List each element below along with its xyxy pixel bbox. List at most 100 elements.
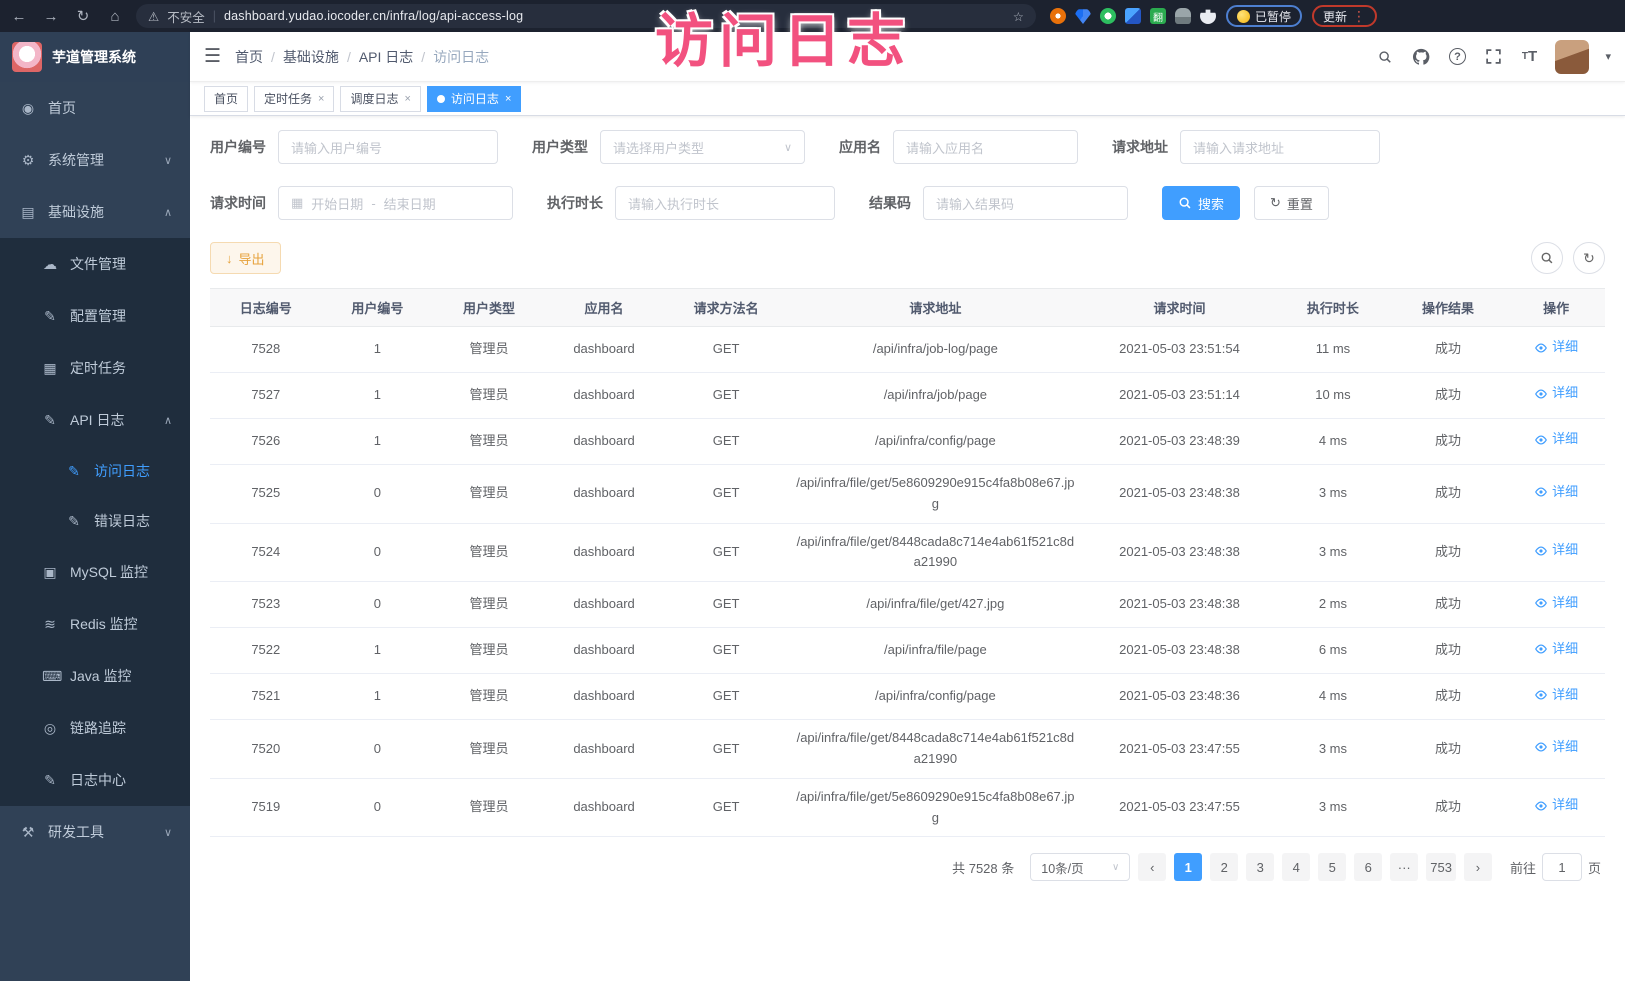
sidebar-item[interactable]: ✎错误日志 [0,496,190,546]
page-button[interactable]: 6 [1354,853,1382,881]
breadcrumb-item[interactable]: API 日志 [359,47,413,67]
table-cell: 成功 [1389,523,1508,582]
help-icon[interactable]: ? [1447,47,1467,67]
paused-badge[interactable]: 已暂停 [1226,5,1302,27]
back-icon[interactable]: ← [8,8,30,25]
page-button[interactable]: 2 [1210,853,1238,881]
sidebar-item[interactable]: ✎API 日志∧ [0,394,190,446]
detail-link[interactable]: 详细 [1534,593,1578,614]
page-button[interactable]: 4 [1282,853,1310,881]
reload-icon[interactable]: ↻ [72,7,94,25]
fullscreen-icon[interactable] [1483,47,1503,67]
table-cell: 管理员 [433,778,545,837]
app-name-input[interactable]: 请输入应用名 [893,130,1078,164]
sidebar-item[interactable]: ✎日志中心 [0,754,190,806]
refresh-table-button[interactable]: ↻ [1573,242,1605,274]
tab-active[interactable]: 访问日志× [427,86,521,112]
next-page-button[interactable]: › [1464,853,1492,881]
detail-link[interactable]: 详细 [1534,737,1578,758]
table-cell: 7519 [210,778,322,837]
caret-down-icon[interactable]: ▾ [1605,50,1611,63]
export-button[interactable]: ↓ 导出 [210,242,281,274]
sidebar-item[interactable]: ✎访问日志 [0,446,190,496]
detail-link[interactable]: 详细 [1534,540,1578,561]
sidebar-item[interactable]: ◎链路追踪 [0,702,190,754]
avatar[interactable] [1555,40,1589,74]
table-cell: 2021-05-03 23:48:39 [1082,419,1277,465]
extension-icon[interactable] [1100,8,1116,24]
hamburger-icon[interactable]: ☰ [204,45,221,68]
search-icon[interactable] [1375,47,1395,67]
extension-icon[interactable] [1050,8,1066,24]
update-button[interactable]: 更新 ⋮ [1312,5,1377,27]
request-url-input[interactable]: 请输入请求地址 [1180,130,1380,164]
page-button[interactable]: 753 [1426,853,1456,881]
request-time-range-picker[interactable]: ▦ 开始日期 - 结束日期 [278,186,513,220]
sidebar-item-label: API 日志 [70,410,124,430]
duration-input[interactable]: 请输入执行时长 [615,186,835,220]
reset-button[interactable]: ↻ 重置 [1254,186,1329,220]
sidebar-item[interactable]: ◉首页 [0,82,190,134]
emoji-icon [1237,10,1250,23]
bookmark-star-icon[interactable]: ☆ [1013,9,1024,24]
sidebar-item[interactable]: ▦定时任务 [0,342,190,394]
detail-link[interactable]: 详细 [1534,639,1578,660]
table-cell-action: 详细 [1507,778,1605,837]
home-nav-icon[interactable]: ⌂ [104,8,126,25]
result-code-input[interactable]: 请输入结果码 [923,186,1128,220]
prev-page-button[interactable]: ‹ [1138,853,1166,881]
address-bar[interactable]: ⚠ 不安全 | dashboard.yudao.iocoder.cn/infra… [136,4,1036,28]
detail-link[interactable]: 详细 [1534,429,1578,450]
extension-icon[interactable] [1175,8,1191,24]
close-icon[interactable]: × [404,93,410,105]
sidebar-item[interactable]: ▣MySQL 监控 [0,546,190,598]
extension-icon[interactable] [1125,8,1141,24]
table-cell: dashboard [545,523,664,582]
page-button[interactable]: 5 [1318,853,1346,881]
tab-item[interactable]: 定时任务× [254,86,334,112]
tags-view: 首页定时任务×调度日志× 访问日志× [190,82,1625,116]
tab-item[interactable]: 调度日志× [340,86,420,112]
table-cell: GET [663,628,789,674]
detail-link[interactable]: 详细 [1534,337,1578,358]
page-button[interactable]: 1 [1174,853,1202,881]
translate-extension-icon[interactable]: 翻 [1150,8,1166,24]
log-center-icon: ✎ [42,772,58,789]
column-header: 操作 [1507,289,1605,327]
sidebar-item[interactable]: ⌨Java 监控 [0,650,190,702]
table-cell: 成功 [1389,582,1508,628]
forward-icon[interactable]: → [40,8,62,25]
user-id-input[interactable]: 请输入用户编号 [278,130,498,164]
table-cell: GET [663,523,789,582]
java-icon: ⌨ [42,668,58,685]
search-button[interactable]: 搜索 [1162,186,1240,220]
tab-item[interactable]: 首页 [204,86,248,112]
puzzle-extension-icon[interactable] [1200,8,1216,24]
toggle-search-button[interactable] [1531,242,1563,274]
user-type-select[interactable]: 请选择用户类型∨ [600,130,805,164]
breadcrumb-item[interactable]: 基础设施 [283,47,339,67]
detail-link[interactable]: 详细 [1534,685,1578,706]
close-icon[interactable]: × [318,93,324,105]
page-button[interactable]: 3 [1246,853,1274,881]
github-icon[interactable] [1411,47,1431,67]
table-cell: 2021-05-03 23:48:38 [1082,465,1277,524]
table-cell: /api/infra/file/get/5e8609290e915c4fa8b0… [789,778,1082,837]
goto-page-input[interactable]: 1 [1542,853,1582,881]
breadcrumb-item[interactable]: 首页 [235,47,263,67]
detail-link[interactable]: 详细 [1534,795,1578,816]
logo-bar[interactable]: 芋道管理系统 [0,32,190,82]
sidebar-item[interactable]: ⚙系统管理∨ [0,134,190,186]
extension-icon[interactable] [1075,8,1091,24]
sidebar-item[interactable]: ✎配置管理 [0,290,190,342]
more-pages-button[interactable]: ··· [1390,853,1418,881]
detail-link[interactable]: 详细 [1534,383,1578,404]
sidebar-item[interactable]: ⚒研发工具∨ [0,806,190,858]
detail-link[interactable]: 详细 [1534,482,1578,503]
page-size-select[interactable]: 10条/页 ∨ [1030,853,1130,881]
close-icon[interactable]: × [505,93,511,105]
sidebar-item[interactable]: ≋Redis 监控 [0,598,190,650]
font-size-icon[interactable]: TT [1519,47,1539,67]
sidebar-item[interactable]: ☁文件管理 [0,238,190,290]
sidebar-item[interactable]: ▤基础设施∧ [0,186,190,238]
